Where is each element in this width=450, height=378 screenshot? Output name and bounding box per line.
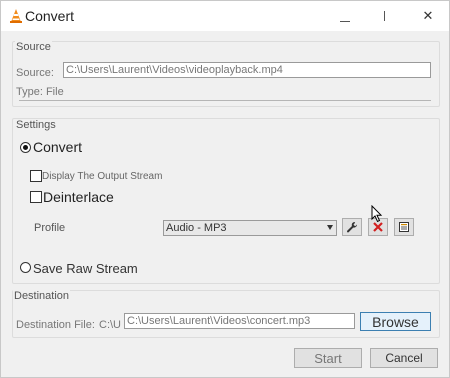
save-raw-radio[interactable] [20,262,31,273]
convert-label[interactable]: Convert [33,139,82,155]
window-title: Convert [25,8,75,24]
source-label: Source: [16,67,54,79]
deinterlace-checkbox[interactable] [30,191,42,203]
source-type: Type: File [16,86,64,98]
cancel-button[interactable]: Cancel [370,348,438,368]
save-raw-label[interactable]: Save Raw Stream [33,261,138,276]
mouse-pointer-icon [371,205,383,223]
browse-button[interactable]: Browse [360,312,431,331]
minimize-icon [340,20,350,22]
cancel-label: Cancel [385,351,423,365]
close-button[interactable]: ✕ [416,5,440,27]
source-legend: Source [15,41,52,53]
start-label: Start [314,350,342,366]
destination-legend: Destination [13,290,71,302]
edit-profile-button[interactable] [342,218,362,236]
display-output-label[interactable]: Display The Output Stream [42,171,162,182]
maximize-button[interactable] [372,5,396,27]
vlc-cone-icon [10,9,22,23]
wrench-icon [347,222,358,233]
start-button[interactable]: Start [294,348,362,368]
source-input[interactable] [63,62,431,78]
profile-selected: Audio - MP3 [166,222,227,234]
convert-radio[interactable] [20,142,31,153]
destination-file-prefix: C:\U [99,319,121,331]
destination-file-label: Destination File: [16,319,95,331]
destination-file-input[interactable] [124,313,355,329]
settings-legend: Settings [15,119,57,131]
new-profile-icon [399,222,409,232]
convert-dialog: Convert ✕ Source Source: Type: File Sett… [0,0,450,378]
new-profile-button[interactable] [394,218,414,236]
browse-label: Browse [372,313,419,330]
chevron-down-icon [327,225,333,230]
profile-label: Profile [34,222,66,234]
source-divider [19,100,431,101]
deinterlace-label[interactable]: Deinterlace [43,189,114,205]
profile-select[interactable]: Audio - MP3 [163,220,337,236]
close-icon: ✕ [422,8,434,23]
minimize-button[interactable] [333,5,357,27]
title-bar: Convert ✕ [1,1,449,31]
display-output-checkbox[interactable] [30,170,42,182]
maximize-icon [383,11,385,21]
